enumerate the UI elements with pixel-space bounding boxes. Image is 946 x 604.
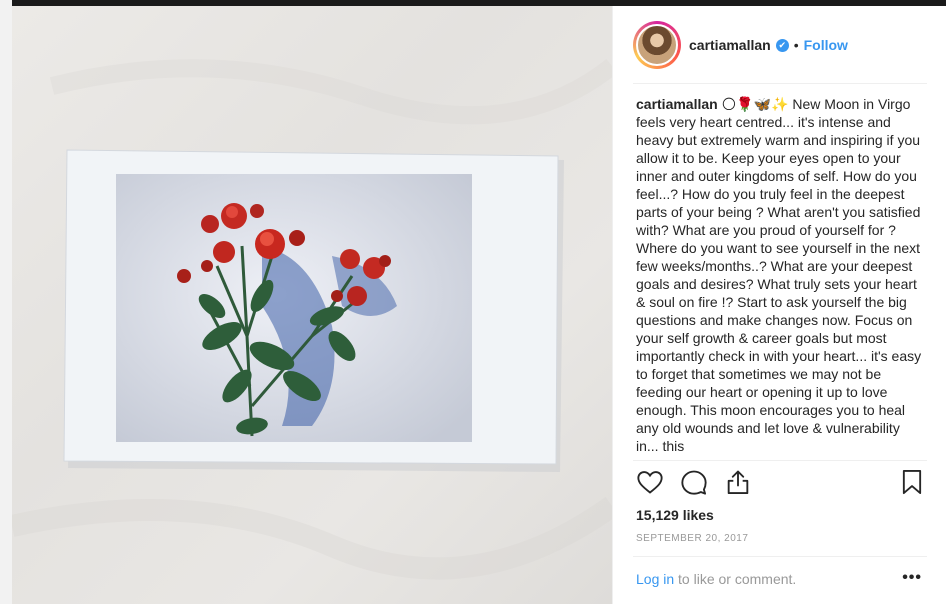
post-photo[interactable] bbox=[12, 6, 612, 604]
divider bbox=[633, 460, 927, 461]
share-button[interactable] bbox=[724, 468, 754, 498]
left-edge bbox=[0, 0, 12, 604]
username-link[interactable]: cartiamallan bbox=[689, 37, 771, 53]
polaroid-roses-image bbox=[12, 58, 612, 580]
login-link[interactable]: Log in bbox=[636, 571, 674, 587]
caption-text: New Moon in Virgo feels very heart centr… bbox=[636, 96, 922, 454]
divider bbox=[633, 83, 927, 84]
follow-button[interactable]: Follow bbox=[804, 37, 848, 53]
post-header: cartiamallan ✔ • Follow bbox=[613, 6, 946, 84]
instagram-post-screen: cartiamallan ✔ • Follow cartiamallan 🌕🌹🦋… bbox=[0, 0, 946, 604]
post-date: SEPTEMBER 20, 2017 bbox=[636, 533, 749, 544]
caption-username-link[interactable]: cartiamallan bbox=[636, 96, 718, 112]
post-caption: cartiamallan 🌕🌹🦋✨ New Moon in Virgo feel… bbox=[636, 95, 926, 465]
divider bbox=[633, 556, 927, 557]
bookmark-icon bbox=[902, 469, 922, 495]
avatar-image bbox=[636, 24, 678, 66]
save-button[interactable] bbox=[898, 468, 928, 498]
login-prompt: Log in to like or comment. bbox=[636, 571, 796, 587]
header-separator: • bbox=[793, 37, 799, 53]
action-bar bbox=[636, 468, 926, 502]
avatar[interactable] bbox=[633, 21, 681, 69]
likes-count[interactable]: 15,129 likes bbox=[636, 507, 714, 523]
verified-badge-icon: ✔ bbox=[775, 38, 789, 52]
like-button[interactable] bbox=[636, 468, 666, 498]
caption-emojis: 🌕🌹🦋✨ bbox=[721, 96, 789, 112]
more-options-button[interactable]: ••• bbox=[902, 569, 922, 587]
comment-icon bbox=[681, 470, 707, 495]
heart-icon bbox=[637, 471, 663, 494]
login-prompt-text: to like or comment. bbox=[674, 571, 797, 587]
comment-button[interactable] bbox=[680, 468, 710, 498]
post-details-panel: cartiamallan ✔ • Follow cartiamallan 🌕🌹🦋… bbox=[612, 6, 946, 604]
share-icon bbox=[727, 470, 749, 495]
